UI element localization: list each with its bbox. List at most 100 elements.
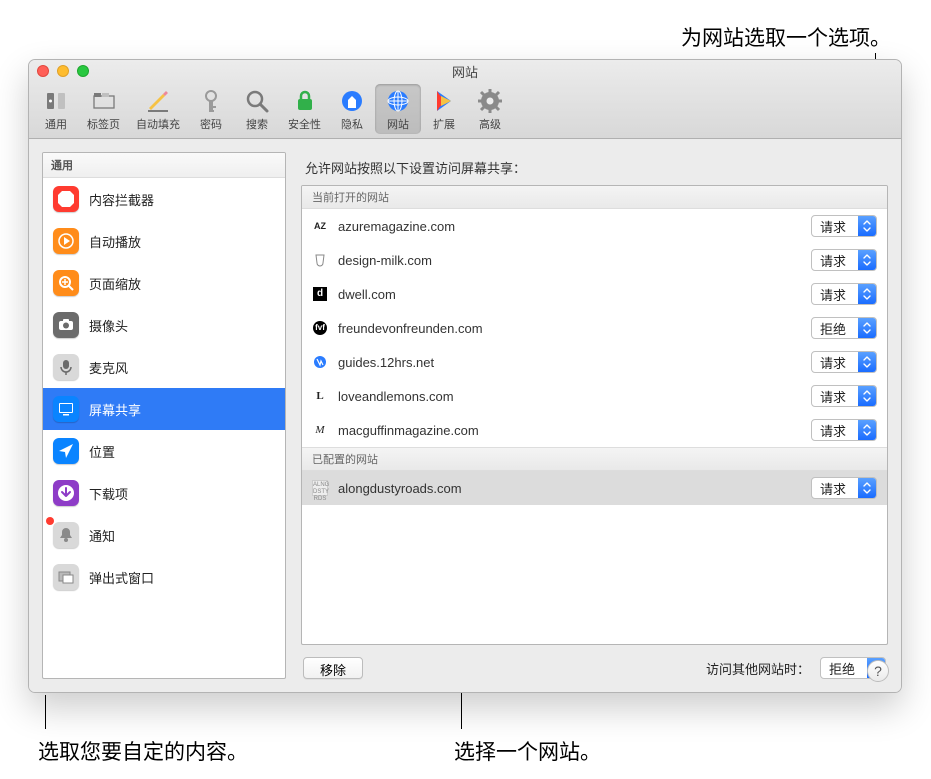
sidebar-item-label: 麦克风 xyxy=(89,358,128,377)
site-option-select[interactable]: 请求 xyxy=(811,477,877,499)
sidebar-item-location[interactable]: 位置 xyxy=(43,430,285,472)
sidebar-item-label: 内容拦截器 xyxy=(89,190,154,209)
sidebar: 通用 内容拦截器自动播放页面缩放摄像头麦克风屏幕共享位置下载项通知弹出式窗口 xyxy=(42,152,286,679)
sidebar-item-autoplay[interactable]: 自动播放 xyxy=(43,220,285,262)
site-row[interactable]: Lloveandlemons.com 请求 xyxy=(302,379,887,413)
sidebar-item-label: 下载项 xyxy=(89,484,128,503)
favicon-icon: d xyxy=(312,286,328,302)
advanced-icon xyxy=(475,86,505,116)
site-option-select[interactable]: 拒绝 xyxy=(811,317,877,339)
site-row[interactable]: design-milk.com 请求 xyxy=(302,243,887,277)
security-icon xyxy=(290,86,320,116)
main-panel: 允许网站按照以下设置访问屏幕共享： 当前打开的网站 AZazuremagazin… xyxy=(301,152,888,679)
privacy-icon xyxy=(337,86,367,116)
site-name: loveandlemons.com xyxy=(338,389,801,404)
location-icon xyxy=(53,438,79,464)
window-title: 网站 xyxy=(29,62,901,81)
site-name: azuremagazine.com xyxy=(338,219,801,234)
toolbar-search[interactable]: 搜索 xyxy=(234,84,280,134)
toolbar-security[interactable]: 安全性 xyxy=(280,84,329,134)
sidebar-item-label: 弹出式窗口 xyxy=(89,568,154,587)
general-icon xyxy=(41,86,71,116)
chevron-updown-icon xyxy=(858,318,876,338)
site-row[interactable]: AZ azuremagazine.com 请求 xyxy=(302,209,887,243)
site-option-select[interactable]: 请求 xyxy=(811,419,877,441)
sidebar-item-microphone[interactable]: 麦克风 xyxy=(43,346,285,388)
websites-icon xyxy=(383,86,413,116)
content-blockers-icon xyxy=(53,186,79,212)
sidebar-item-camera[interactable]: 摄像头 xyxy=(43,304,285,346)
callout-bottom-right: 选择一个网站。 xyxy=(454,736,601,766)
site-option-select[interactable]: 请求 xyxy=(811,385,877,407)
chevron-updown-icon xyxy=(858,250,876,270)
section-configured-header: 已配置的网站 xyxy=(302,447,887,471)
site-row[interactable]: ddwell.com请求 xyxy=(302,277,887,311)
screenshare-icon xyxy=(53,396,79,422)
passwords-icon xyxy=(196,86,226,116)
remove-button[interactable]: 移除 xyxy=(303,657,363,679)
chevron-updown-icon xyxy=(858,216,876,236)
sidebar-item-downloads[interactable]: 下载项 xyxy=(43,472,285,514)
sidebar-item-label: 屏幕共享 xyxy=(89,400,141,419)
sidebar-item-label: 通知 xyxy=(89,526,115,545)
site-name: freundevonfreunden.com xyxy=(338,321,801,336)
site-option-select[interactable]: 请求 xyxy=(811,283,877,305)
main-description: 允许网站按照以下设置访问屏幕共享： xyxy=(301,152,888,185)
sidebar-item-notifications[interactable]: 通知 xyxy=(43,514,285,556)
search-icon xyxy=(242,86,272,116)
toolbar-extensions[interactable]: 扩展 xyxy=(421,84,467,134)
favicon-icon xyxy=(312,252,328,268)
callout-line-bl xyxy=(45,695,46,729)
site-option-select[interactable]: 请求 xyxy=(811,351,877,373)
site-option-select[interactable]: 请求 xyxy=(811,249,877,271)
autoplay-icon xyxy=(53,228,79,254)
chevron-updown-icon xyxy=(858,284,876,304)
titlebar: 网站 xyxy=(29,60,901,82)
sidebar-item-zoom[interactable]: 页面缩放 xyxy=(43,262,285,304)
site-name: alongdustyroads.com xyxy=(338,481,801,496)
callout-top: 为网站选取一个选项。 xyxy=(681,22,891,52)
toolbar-advanced[interactable]: 高级 xyxy=(467,84,513,134)
help-button[interactable]: ? xyxy=(867,660,889,682)
autofill-icon xyxy=(143,86,173,116)
toolbar-general[interactable]: 通用 xyxy=(33,84,79,134)
toolbar-autofill[interactable]: 自动填充 xyxy=(128,84,188,134)
sidebar-item-popups[interactable]: 弹出式窗口 xyxy=(43,556,285,598)
website-listbox: 当前打开的网站 AZazuremagazine.com请求design-milk… xyxy=(301,185,888,645)
sidebar-item-label: 页面缩放 xyxy=(89,274,141,293)
site-name: design-milk.com xyxy=(338,253,801,268)
toolbar-websites[interactable]: 网站 xyxy=(375,84,421,134)
site-option-select[interactable]: 请求 xyxy=(811,215,877,237)
badge-icon xyxy=(46,517,54,525)
toolbar-label: 隐私 xyxy=(341,116,363,132)
chevron-updown-icon xyxy=(858,478,876,498)
site-row[interactable]: ALNGDSTYRDSalongdustyroads.com请求 xyxy=(302,471,887,505)
zoom-icon xyxy=(53,270,79,296)
downloads-icon xyxy=(53,480,79,506)
site-row[interactable]: Mmacguffinmagazine.com请求 xyxy=(302,413,887,447)
favicon-icon: AZ xyxy=(312,218,328,234)
tabs-icon xyxy=(89,86,119,116)
sidebar-item-label: 位置 xyxy=(89,442,115,461)
sidebar-item-label: 摄像头 xyxy=(89,316,128,335)
toolbar-label: 扩展 xyxy=(433,116,455,132)
toolbar-label: 高级 xyxy=(479,116,501,132)
site-row[interactable]: guides.12hrs.net 请求 xyxy=(302,345,887,379)
sidebar-item-content-blockers[interactable]: 内容拦截器 xyxy=(43,178,285,220)
window-body: 通用 内容拦截器自动播放页面缩放摄像头麦克风屏幕共享位置下载项通知弹出式窗口 允… xyxy=(29,139,901,692)
sidebar-item-label: 自动播放 xyxy=(89,232,141,251)
favicon-icon: L xyxy=(312,388,328,404)
sidebar-item-screenshare[interactable]: 屏幕共享 xyxy=(43,388,285,430)
toolbar-tabs[interactable]: 标签页 xyxy=(79,84,128,134)
favicon-icon xyxy=(312,354,328,370)
toolbar-privacy[interactable]: 隐私 xyxy=(329,84,375,134)
site-row[interactable]: fvffreundevonfreunden.com拒绝 xyxy=(302,311,887,345)
toolbar-label: 密码 xyxy=(200,116,222,132)
toolbar-label: 安全性 xyxy=(288,116,321,132)
favicon-icon: M xyxy=(312,422,328,438)
extensions-icon xyxy=(429,86,459,116)
camera-icon xyxy=(53,312,79,338)
site-name: guides.12hrs.net xyxy=(338,355,801,370)
chevron-updown-icon xyxy=(858,386,876,406)
toolbar-passwords[interactable]: 密码 xyxy=(188,84,234,134)
